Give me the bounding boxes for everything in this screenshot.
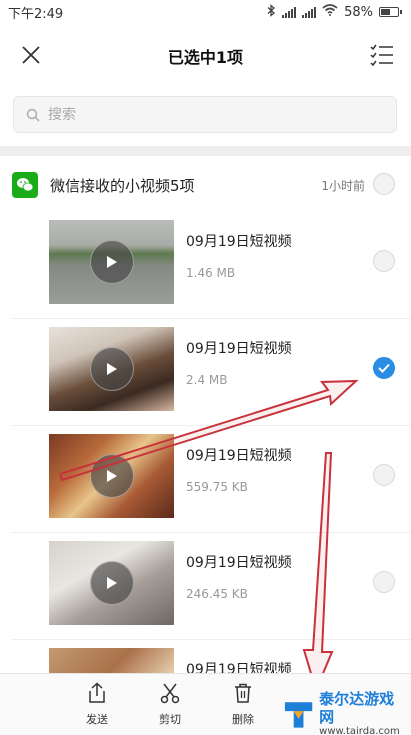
select-radio[interactable] (373, 464, 395, 486)
group-title: 微信接收的小视频5项 (50, 177, 195, 195)
video-size: 2.4 MB (186, 373, 228, 387)
video-item[interactable]: 09月19日短视频 2.4 MB (0, 319, 411, 426)
delete-label: 删除 (232, 713, 254, 726)
select-radio-checked[interactable] (373, 357, 395, 379)
watermark-logo-icon (284, 702, 313, 728)
status-icons: 58% (266, 3, 402, 21)
battery-percent: 58% (344, 4, 373, 20)
wifi-icon (322, 4, 338, 20)
video-title: 09月19日短视频 (186, 555, 292, 571)
group-header[interactable]: 微信接收的小视频5项 1小时前 (0, 157, 411, 212)
status-time: 下午2:49 (8, 6, 64, 22)
checkmark-icon (378, 363, 390, 373)
delete-button[interactable]: 删除 (221, 682, 265, 727)
scissors-icon (160, 683, 180, 704)
play-icon[interactable] (90, 454, 134, 498)
video-size: 559.75 KB (186, 480, 248, 494)
video-thumbnail[interactable] (49, 327, 174, 411)
video-title: 09月19日短视频 (186, 341, 292, 357)
cut-button[interactable]: 剪切 (148, 682, 192, 727)
select-all-button[interactable] (365, 38, 399, 72)
battery-icon (379, 7, 402, 17)
play-icon[interactable] (90, 347, 134, 391)
signal-icon-2 (302, 6, 317, 18)
select-radio[interactable] (373, 250, 395, 272)
cut-label: 剪切 (159, 713, 181, 726)
page-title: 已选中1项 (167, 48, 244, 67)
video-title: 09月19日短视频 (186, 234, 292, 250)
send-button[interactable]: 发送 (75, 682, 119, 727)
search-input[interactable] (48, 106, 368, 123)
trash-icon (235, 683, 251, 703)
search-icon (26, 108, 40, 121)
video-size: 1.46 MB (186, 266, 236, 280)
section-divider (0, 146, 411, 156)
wechat-icon (12, 172, 38, 198)
watermark-url: www.tairda.com (319, 726, 400, 735)
video-size: 246.45 KB (186, 587, 248, 601)
video-thumbnail[interactable] (49, 220, 174, 304)
checklist-icon (370, 44, 393, 66)
video-thumbnail[interactable] (49, 541, 174, 625)
video-item[interactable]: 09月19日短视频 246.45 KB (0, 533, 411, 640)
play-icon[interactable] (90, 561, 134, 605)
status-bar: 下午2:49 58% (0, 0, 411, 24)
search-bar[interactable] (13, 96, 397, 133)
send-label: 发送 (86, 713, 108, 726)
group-select-radio[interactable] (373, 173, 395, 195)
select-radio[interactable] (373, 571, 395, 593)
share-icon (89, 682, 105, 703)
video-title: 09月19日短视频 (186, 448, 292, 464)
video-item[interactable]: 09月19日短视频 1.46 MB (0, 212, 411, 319)
play-icon[interactable] (90, 240, 134, 284)
watermark-name: 泰尔达游戏网 (319, 690, 395, 726)
site-watermark: 泰尔达游戏网 www.tairda.com (282, 690, 407, 735)
group-time: 1小时前 (321, 179, 365, 193)
bluetooth-icon (266, 3, 276, 21)
video-thumbnail[interactable] (49, 434, 174, 518)
signal-icon (282, 6, 297, 18)
video-item[interactable]: 09月19日短视频 559.75 KB (0, 426, 411, 533)
top-bar: 已选中1项 (0, 24, 411, 86)
